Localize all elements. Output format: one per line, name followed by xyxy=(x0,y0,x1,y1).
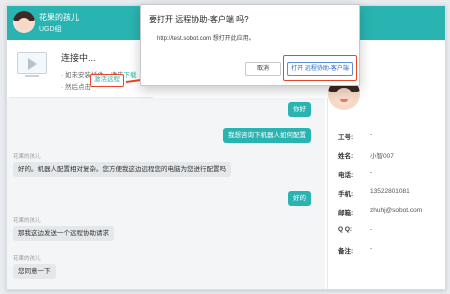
open-app-dialog: 要打开 远程协助-客户端 吗? http://test.sobot.com 想打… xyxy=(140,4,360,86)
info-field-label: Q Q: xyxy=(338,226,353,233)
dialog-message: http://test.sobot.com 想打开此应用。 xyxy=(157,36,255,42)
cancel-button[interactable]: 取消 xyxy=(245,62,281,76)
info-field-value: - xyxy=(370,131,373,138)
info-field-value: 13522801081 xyxy=(370,188,410,195)
info-field-label: 邮箱: xyxy=(338,210,354,217)
info-field-value: - xyxy=(370,169,373,176)
info-field-label: 备注: xyxy=(338,248,354,255)
info-field-label: 姓名: xyxy=(338,153,354,160)
info-field-value: - xyxy=(370,245,373,252)
info-field-label: 手机: xyxy=(338,191,354,198)
open-app-button[interactable]: 打开 远程协助-客户端 xyxy=(287,62,353,76)
info-field-label: 工号: xyxy=(338,134,354,141)
screenshot-frame: 花果的孩儿 UGD组 连接中... · 如未安装插件，请先下载 · 然后点击 你… xyxy=(0,0,450,294)
info-field-value: 小智007 xyxy=(370,153,394,160)
info-field-label: 电话: xyxy=(338,172,354,179)
dialog-title: 要打开 远程协助-客户端 吗? xyxy=(149,15,249,24)
info-field-value: - xyxy=(370,226,373,233)
info-field-value: zhuhj@sobot.com xyxy=(370,207,423,214)
